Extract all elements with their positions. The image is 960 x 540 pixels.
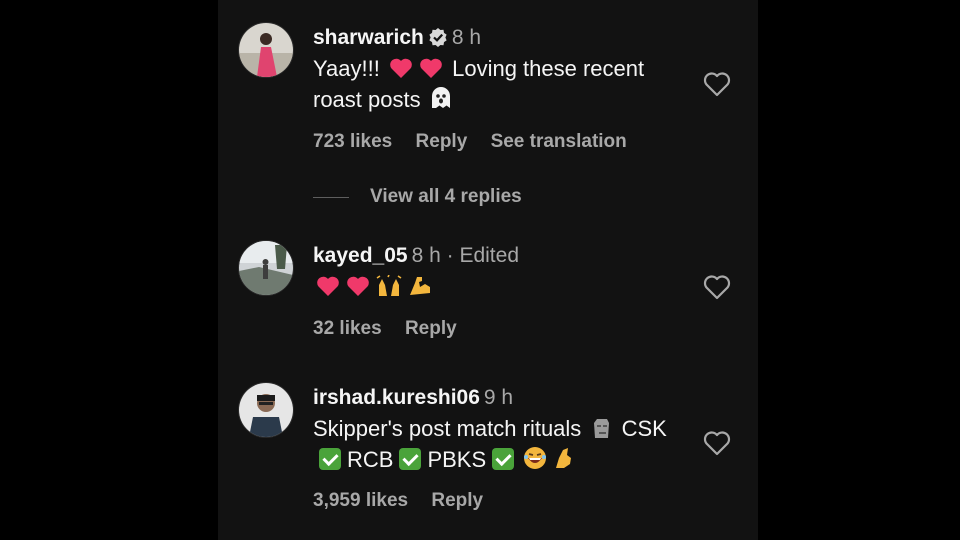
red-heart-emoji: [316, 275, 340, 297]
reply-button[interactable]: Reply: [405, 318, 457, 339]
comment-text: Yaay!!! Loving these recent roast posts: [313, 53, 713, 115]
red-heart-emoji: [419, 57, 443, 79]
like-heart-icon[interactable]: [702, 273, 732, 301]
comment-time: 9 h: [483, 386, 514, 409]
avatar[interactable]: [238, 240, 294, 296]
comment-text-part: RCB: [347, 447, 394, 472]
check-mark-button-emoji: [492, 448, 515, 470]
view-replies-button[interactable]: View all 4 replies: [370, 186, 522, 208]
comment-text-part: Yaay!!!: [313, 56, 380, 81]
comment-actions: 723 likes Reply See translation: [313, 131, 645, 153]
replies-divider: [313, 196, 349, 198]
like-heart-icon[interactable]: [702, 70, 732, 98]
laughing-face-emoji: [523, 446, 547, 470]
red-heart-emoji: [346, 275, 370, 297]
check-mark-button-emoji: [319, 448, 341, 470]
moai-emoji: [590, 417, 612, 439]
view-replies[interactable]: View all 4 replies: [313, 186, 522, 208]
reply-button[interactable]: Reply: [431, 490, 483, 511]
avatar[interactable]: [238, 382, 294, 438]
reply-button[interactable]: Reply: [416, 131, 468, 152]
flexed-biceps-emoji: [408, 275, 432, 297]
comment-text-part: Loving these recent: [452, 56, 645, 81]
comment-actions: 3,959 likes Reply: [313, 490, 501, 512]
comment-time: 8 h · Edited: [411, 244, 519, 267]
likes-count[interactable]: 32 likes: [313, 318, 382, 339]
username[interactable]: irshad.kureshi06: [313, 386, 480, 409]
comment-text: [313, 271, 713, 302]
likes-count[interactable]: 3,959 likes: [313, 490, 408, 511]
like-heart-icon[interactable]: [702, 429, 732, 457]
comment-time: 8 h: [451, 26, 482, 49]
comment-header: sharwarich 8 h: [313, 25, 481, 54]
see-translation-button[interactable]: See translation: [491, 131, 627, 152]
check-mark-button-emoji: [399, 448, 422, 470]
comment-text: Skipper's post match rituals CSK RCB PBKS: [313, 413, 713, 475]
likes-count[interactable]: 723 likes: [313, 131, 392, 152]
comment-text-part: CSK: [621, 416, 667, 441]
username[interactable]: sharwarich: [313, 26, 424, 49]
comment-text-part: PBKS: [427, 447, 487, 472]
red-heart-emoji: [389, 57, 413, 79]
comment-text-part: roast posts: [313, 87, 421, 112]
comment-header: kayed_05 8 h · Edited: [313, 243, 519, 269]
avatar[interactable]: [238, 22, 294, 78]
comment-header: irshad.kureshi06 9 h: [313, 385, 513, 411]
ghost-emoji: [430, 86, 452, 110]
comments-panel: sharwarich 8 h Yaay!!! Loving these recen…: [218, 0, 758, 540]
username[interactable]: kayed_05: [313, 244, 408, 267]
verified-badge-icon: [428, 27, 448, 54]
comment-text-part: Skipper's post match rituals: [313, 416, 582, 441]
raising-hands-emoji: [376, 275, 402, 297]
pinched-fingers-emoji: [553, 446, 575, 470]
comment-actions: 32 likes Reply: [313, 318, 475, 340]
